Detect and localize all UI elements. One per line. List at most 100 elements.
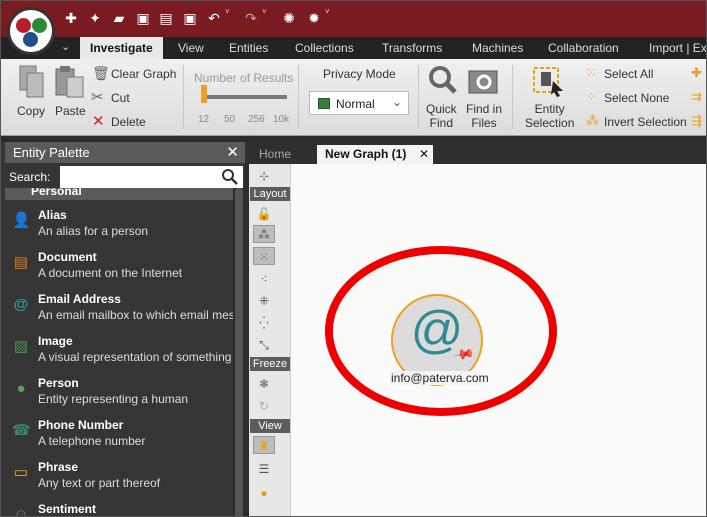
select-parents-icon[interactable]: ✚	[691, 65, 702, 81]
entity-description: An alias for a person	[38, 224, 149, 238]
select-neighbors-icon[interactable]: ⇶	[691, 113, 702, 129]
image-icon: ▨	[13, 338, 29, 355]
palette-scrollbar[interactable]	[233, 188, 245, 516]
trash-icon: 🗑	[92, 65, 110, 81]
entity-description: An email mailbox to which email mes	[38, 308, 233, 322]
close-icon[interactable]: ✕	[419, 145, 429, 164]
entity-selection-button[interactable]: Entity Selection	[525, 102, 574, 130]
ribbon-divider	[298, 65, 299, 129]
select-none-button[interactable]: Select None	[604, 91, 669, 105]
organic-layout-icon[interactable]: ⁛	[253, 314, 275, 332]
palette-entity-document[interactable]: ▤ Document A document on the Internet	[5, 248, 233, 290]
clear-graph-button[interactable]: Clear Graph	[111, 67, 176, 81]
new-graph-icon[interactable]: ✚	[63, 10, 79, 26]
machine-settings-icon[interactable]: ✹	[306, 10, 322, 26]
redo-icon[interactable]: ↷	[243, 10, 259, 26]
settings-dropdown-caret-icon[interactable]: ˅	[325, 7, 330, 16]
node-label[interactable]: info@paterva.com	[391, 371, 489, 385]
find-in-files-button[interactable]: Find in Files	[466, 102, 502, 130]
tab-collections[interactable]: Collections	[295, 37, 354, 59]
app-menu-chevron-icon[interactable]: ⌄	[61, 40, 70, 53]
maltego-logo[interactable]	[7, 7, 55, 55]
entity-selection-icon	[533, 67, 563, 97]
palette-scrollbar-thumb[interactable]	[235, 188, 243, 516]
graph-tab-bar: Home New Graph (1) ✕	[245, 142, 706, 164]
palette-entity-alias[interactable]: 👤 Alias An alias for a person	[5, 206, 233, 248]
delete-button[interactable]: Delete	[111, 115, 146, 129]
select-all-icon: ⁙	[586, 65, 597, 80]
tree-layout-icon[interactable]: ⁖	[253, 270, 275, 288]
open-folder-icon[interactable]: ▰	[111, 10, 127, 26]
entity-group-header[interactable]: Personal	[5, 188, 233, 200]
list-view-icon[interactable]: ☰	[253, 460, 275, 478]
entity-description: Any text or part thereof	[38, 476, 161, 490]
privacy-mode-select[interactable]: Normal ⌄	[309, 91, 409, 115]
search-input[interactable]	[60, 166, 243, 188]
tab-view[interactable]: View	[178, 37, 204, 59]
undo-icon[interactable]: ↶	[206, 10, 222, 26]
transform-settings-icon[interactable]: ✺	[281, 10, 297, 26]
sentiment-icon: ☺	[13, 506, 29, 517]
freeze-section-header: Freeze	[250, 357, 290, 371]
phone-icon: ☎	[12, 422, 31, 439]
entity-description: A visual representation of something	[38, 350, 232, 364]
redo-dropdown-caret-icon[interactable]: ˅	[262, 7, 267, 16]
entity-name: Phone Number	[38, 418, 124, 432]
search-label: Search:	[9, 170, 51, 184]
tab-import-export[interactable]: Import | Ex	[649, 37, 706, 59]
save-icon[interactable]: ▣	[135, 10, 151, 26]
refresh-icon[interactable]: ↻	[253, 397, 275, 415]
results-slider-track[interactable]	[205, 95, 287, 99]
logo-green-dot-icon	[32, 18, 47, 33]
palette-entity-image[interactable]: ▨ Image A visual representation of somet…	[5, 332, 233, 374]
speech-bubble-icon: ▭	[13, 464, 29, 481]
bubble-view-icon[interactable]: ●	[253, 484, 275, 502]
invert-selection-button[interactable]: Invert Selection	[604, 115, 687, 129]
copy-button[interactable]: Copy	[17, 104, 45, 118]
paste-icon	[55, 66, 84, 98]
view-entity-icon[interactable]: ♜	[253, 436, 275, 454]
select-children-icon[interactable]: ⇉	[691, 89, 702, 105]
palette-entity-person[interactable]: ● Person Entity representing a human	[5, 374, 233, 416]
tab-machines[interactable]: Machines	[472, 37, 523, 59]
tab-home[interactable]: Home	[251, 145, 315, 164]
quick-find-button[interactable]: Quick Find	[426, 102, 457, 130]
search-icon[interactable]	[221, 168, 239, 186]
tab-entities[interactable]: Entities	[229, 37, 268, 59]
results-tick: 10k	[273, 114, 290, 125]
block-layout-icon[interactable]: ⁂	[253, 225, 275, 243]
close-icon[interactable]: ✕	[226, 142, 239, 163]
palette-entity-sentiment[interactable]: ☺ Sentiment	[5, 500, 233, 517]
entity-name: Person	[38, 376, 79, 390]
entity-description: A telephone number	[38, 434, 146, 448]
tab-transforms[interactable]: Transforms	[382, 37, 442, 59]
select-all-button[interactable]: Select All	[604, 67, 653, 81]
results-tick: 12	[198, 114, 210, 125]
results-tick: 256	[248, 114, 265, 125]
palette-entity-phrase[interactable]: ▭ Phrase Any text or part thereof	[5, 458, 233, 500]
undo-dropdown-caret-icon[interactable]: ˅	[225, 7, 230, 16]
tab-new-graph[interactable]: New Graph (1) ✕	[317, 145, 433, 164]
tab-investigate[interactable]: Investigate	[80, 37, 163, 59]
cut-button[interactable]: Cut	[111, 91, 130, 105]
save-all-icon[interactable]: ▣	[182, 10, 198, 26]
paste-button[interactable]: Paste	[55, 104, 86, 118]
tab-collaboration[interactable]: Collaboration	[548, 37, 619, 59]
freeze-icon[interactable]: ❄	[253, 375, 275, 393]
fit-view-icon[interactable]: ⊹	[253, 167, 275, 185]
graph-canvas[interactable]: @ 📌 info@paterva.com	[291, 164, 706, 516]
save-as-icon[interactable]: ▤	[158, 10, 174, 26]
palette-entity-phone-number[interactable]: ☎ Phone Number A telephone number	[5, 416, 233, 458]
chevron-down-icon: ⌄	[391, 95, 402, 109]
circular-layout-icon[interactable]: ⁜	[253, 292, 275, 310]
add-node-icon[interactable]: ✦	[87, 10, 103, 26]
entity-palette: Entity Palette ✕ Search: Personal 👤 Alia…	[1, 142, 245, 517]
results-slider-knob[interactable]	[201, 85, 207, 103]
lock-icon[interactable]: 🔓	[253, 205, 275, 223]
entity-name: Email Address	[38, 292, 121, 306]
layout-section-header: Layout	[250, 187, 290, 201]
find-in-files-icon	[468, 70, 498, 94]
palette-entity-email-address[interactable]: @ Email Address An email mailbox to whic…	[5, 290, 233, 332]
interactive-layout-icon[interactable]: ⤡	[253, 336, 275, 354]
hierarchical-layout-icon[interactable]: ⁙	[253, 247, 275, 265]
